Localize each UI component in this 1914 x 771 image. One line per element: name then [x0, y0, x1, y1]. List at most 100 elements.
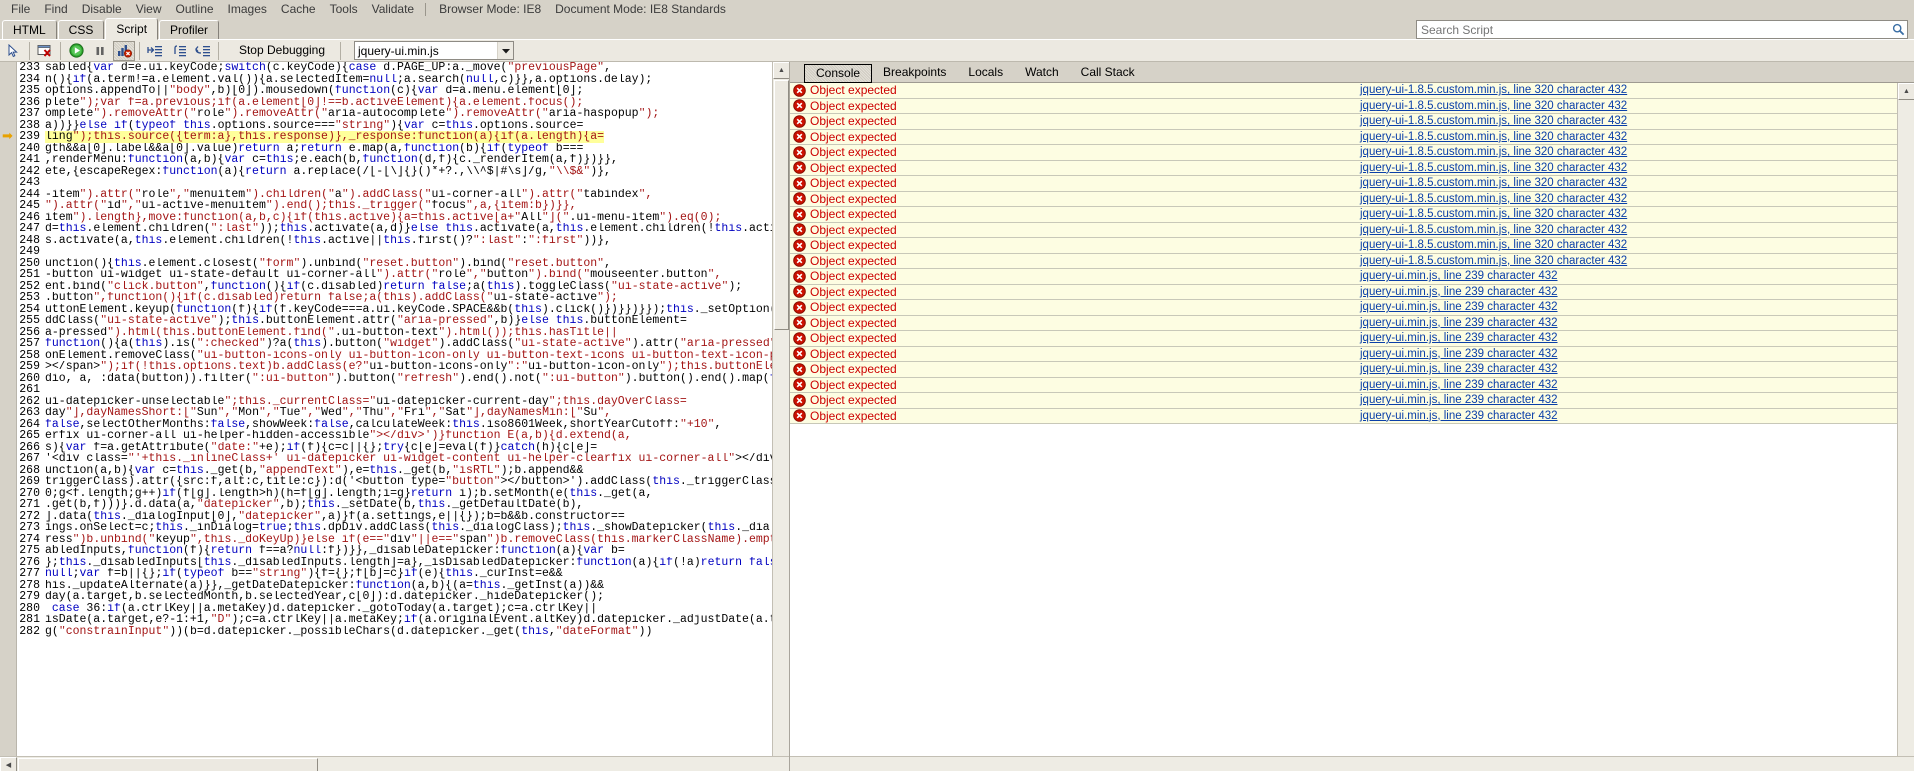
source-line[interactable]: 263day"],dayNamesShort:["Sun","Mon","Tue…: [17, 407, 789, 419]
console-message-row[interactable]: Object expectedjquery-ui-1.8.5.custom.mi…: [790, 176, 1897, 192]
console-message-row[interactable]: Object expectedjquery-ui.min.js, line 23…: [790, 300, 1897, 316]
tab-console[interactable]: Console: [804, 64, 872, 83]
break-all-button[interactable]: [89, 41, 111, 61]
source-line[interactable]: 271.get(b,f)))}.d.data(a,"datepicker",b)…: [17, 499, 789, 511]
tab-call-stack[interactable]: Call Stack: [1070, 64, 1146, 82]
source-line[interactable]: 234n(){if(a.term!=a.element.val()){a.sel…: [17, 74, 789, 86]
console-source-link[interactable]: jquery-ui.min.js, line 239 character 432: [1360, 332, 1558, 344]
source-line[interactable]: 279day(a.target,b.selectedMonth,b.select…: [17, 591, 789, 603]
script-selector[interactable]: jquery-ui.min.js: [354, 41, 514, 60]
source-line[interactable]: 239ling");this.source({term:a},this.resp…: [17, 131, 789, 143]
document-mode-label[interactable]: Document Mode: IE8 Standards: [548, 0, 733, 18]
search-input[interactable]: [1417, 22, 1889, 37]
console-source-link[interactable]: jquery-ui.min.js, line 239 character 432: [1360, 379, 1558, 391]
source-line[interactable]: 276};this._disabledInputs[this._disabled…: [17, 557, 789, 569]
stop-debugging-button[interactable]: Stop Debugging: [227, 41, 337, 60]
source-line[interactable]: 260dio, a, :data(button)).filter(":ui-bu…: [17, 373, 789, 385]
source-line[interactable]: 254uttonElement.keyup(function(f){if(f.k…: [17, 304, 789, 316]
step-into-button[interactable]: [144, 41, 166, 61]
browser-mode-label[interactable]: Browser Mode: IE8: [432, 0, 548, 18]
step-over-button[interactable]: [168, 41, 190, 61]
source-line[interactable]: 259></span>");if(!this.options.text)b.ad…: [17, 361, 789, 373]
menu-item-validate[interactable]: Validate: [365, 0, 421, 18]
menu-item-file[interactable]: File: [4, 0, 37, 18]
source-line[interactable]: 272].data(this._dialogInput[0],"datepick…: [17, 511, 789, 523]
console-message-row[interactable]: Object expectedjquery-ui.min.js, line 23…: [790, 269, 1897, 285]
console-source-link[interactable]: jquery-ui-1.8.5.custom.min.js, line 320 …: [1360, 100, 1627, 112]
console-scroll-up-button[interactable]: ▲: [1898, 83, 1914, 100]
source-line[interactable]: 247d=this.element.children(":last"));thi…: [17, 223, 789, 235]
source-line[interactable]: 255ddClass("ui-state-active");this.butto…: [17, 315, 789, 327]
source-line[interactable]: 261: [17, 384, 789, 396]
console-message-row[interactable]: Object expectedjquery-ui.min.js, line 23…: [790, 378, 1897, 394]
source-line[interactable]: 265erfix ui-corner-all ui-helper-hidden-…: [17, 430, 789, 442]
console-vertical-scrollbar[interactable]: ▲: [1897, 83, 1914, 756]
console-message-row[interactable]: Object expectedjquery-ui.min.js, line 23…: [790, 393, 1897, 409]
break-on-error-button[interactable]: [113, 41, 135, 61]
console-source-link[interactable]: jquery-ui-1.8.5.custom.min.js, line 320 …: [1360, 224, 1627, 236]
menu-item-view[interactable]: View: [129, 0, 169, 18]
console-source-link[interactable]: jquery-ui.min.js, line 239 character 432: [1360, 286, 1558, 298]
console-source-link[interactable]: jquery-ui-1.8.5.custom.min.js, line 320 …: [1360, 84, 1627, 96]
console-source-link[interactable]: jquery-ui-1.8.5.custom.min.js, line 320 …: [1360, 131, 1627, 143]
console-message-row[interactable]: Object expectedjquery-ui.min.js, line 23…: [790, 285, 1897, 301]
console-source-link[interactable]: jquery-ui-1.8.5.custom.min.js, line 320 …: [1360, 162, 1627, 174]
source-line[interactable]: 262ui-datepicker-unselectable";this._cur…: [17, 396, 789, 408]
console-message-row[interactable]: Object expectedjquery-ui-1.8.5.custom.mi…: [790, 254, 1897, 270]
start-debugging-button[interactable]: [65, 41, 87, 61]
source-line[interactable]: 237omplete").removeAttr("role").removeAt…: [17, 108, 789, 120]
console-source-link[interactable]: jquery-ui-1.8.5.custom.min.js, line 320 …: [1360, 239, 1627, 251]
console-source-link[interactable]: jquery-ui.min.js, line 239 character 432: [1360, 270, 1558, 282]
console-message-list[interactable]: Object expectedjquery-ui-1.8.5.custom.mi…: [790, 83, 1914, 756]
source-line[interactable]: 267'<div class="'+this._inlineClass+' ui…: [17, 453, 789, 465]
console-message-row[interactable]: Object expectedjquery-ui-1.8.5.custom.mi…: [790, 192, 1897, 208]
source-line[interactable]: 2700;g<f.length;g++)if(f[g].length>h)(h=…: [17, 488, 789, 500]
source-line[interactable]: 257function(){a(this).is(":checked")?a(t…: [17, 338, 789, 350]
console-message-row[interactable]: Object expectedjquery-ui-1.8.5.custom.mi…: [790, 161, 1897, 177]
source-line[interactable]: 244-item").attr("role","menuitem").child…: [17, 189, 789, 201]
menu-item-find[interactable]: Find: [37, 0, 74, 18]
source-line[interactable]: 269triggerClass).attr({src:f,alt:c,title…: [17, 476, 789, 488]
source-line[interactable]: 274ress")b.unbind("keyup",this._doKeyUp)…: [17, 534, 789, 546]
console-source-link[interactable]: jquery-ui.min.js, line 239 character 432: [1360, 394, 1558, 406]
menu-item-cache[interactable]: Cache: [274, 0, 323, 18]
source-line[interactable]: 233sabled{var d=e.ui.keyCode;switch(c.ke…: [17, 62, 789, 74]
console-source-link[interactable]: jquery-ui.min.js, line 239 character 432: [1360, 348, 1558, 360]
console-message-row[interactable]: Object expectedjquery-ui.min.js, line 23…: [790, 362, 1897, 378]
hscroll-thumb[interactable]: [18, 758, 318, 771]
search-icon[interactable]: [1889, 21, 1907, 38]
console-message-row[interactable]: Object expectedjquery-ui-1.8.5.custom.mi…: [790, 223, 1897, 239]
menu-item-outline[interactable]: Outline: [169, 0, 221, 18]
source-line[interactable]: 282g("constrainInput"))(b=d.datepicker._…: [17, 626, 789, 638]
console-message-row[interactable]: Object expectedjquery-ui-1.8.5.custom.mi…: [790, 114, 1897, 130]
source-line[interactable]: 238a))}}else if(typeof this.options.sour…: [17, 120, 789, 132]
step-out-button[interactable]: [192, 41, 214, 61]
source-line[interactable]: 258onElement.removeClass("ui-button-icon…: [17, 350, 789, 362]
source-line[interactable]: 250unction(){this.element.closest("form"…: [17, 258, 789, 270]
breakpoint-gutter[interactable]: ➡: [0, 62, 17, 771]
console-message-row[interactable]: Object expectedjquery-ui-1.8.5.custom.mi…: [790, 130, 1897, 146]
console-message-row[interactable]: Object expectedjquery-ui.min.js, line 23…: [790, 409, 1897, 425]
tab-profiler[interactable]: Profiler: [159, 20, 219, 39]
source-vertical-scrollbar[interactable]: ▲: [772, 62, 789, 771]
console-source-link[interactable]: jquery-ui.min.js, line 239 character 432: [1360, 410, 1558, 422]
tab-css[interactable]: CSS: [58, 20, 105, 39]
source-line[interactable]: 248s.activate(a,this.element.children(!t…: [17, 235, 789, 247]
console-message-row[interactable]: Object expectedjquery-ui-1.8.5.custom.mi…: [790, 145, 1897, 161]
tab-breakpoints[interactable]: Breakpoints: [872, 64, 957, 82]
console-source-link[interactable]: jquery-ui.min.js, line 239 character 432: [1360, 363, 1558, 375]
source-code-viewer[interactable]: 233sabled{var d=e.ui.keyCode;switch(c.ke…: [17, 62, 789, 771]
source-line[interactable]: 278his._updateAlternate(a)}},_getDateDat…: [17, 580, 789, 592]
source-horizontal-scrollbar[interactable]: ◀: [0, 756, 789, 771]
source-line[interactable]: 264false,selectOtherMonths:false,showWee…: [17, 419, 789, 431]
search-box[interactable]: [1416, 20, 1908, 39]
source-line[interactable]: 277null;var f=b||{};if(typeof b=="string…: [17, 568, 789, 580]
console-horizontal-scrollbar[interactable]: [790, 756, 1914, 771]
source-line[interactable]: 245").attr("id","ui-active-menuitem").en…: [17, 200, 789, 212]
tab-html[interactable]: HTML: [2, 20, 57, 39]
source-line[interactable]: 249: [17, 246, 789, 258]
source-line[interactable]: 246item").length},move:function(a,b,c){i…: [17, 212, 789, 224]
scroll-up-button[interactable]: ▲: [773, 62, 790, 79]
source-line[interactable]: 240gth&&a[0].label&&a[0].value)return a;…: [17, 143, 789, 155]
console-source-link[interactable]: jquery-ui-1.8.5.custom.min.js, line 320 …: [1360, 146, 1627, 158]
